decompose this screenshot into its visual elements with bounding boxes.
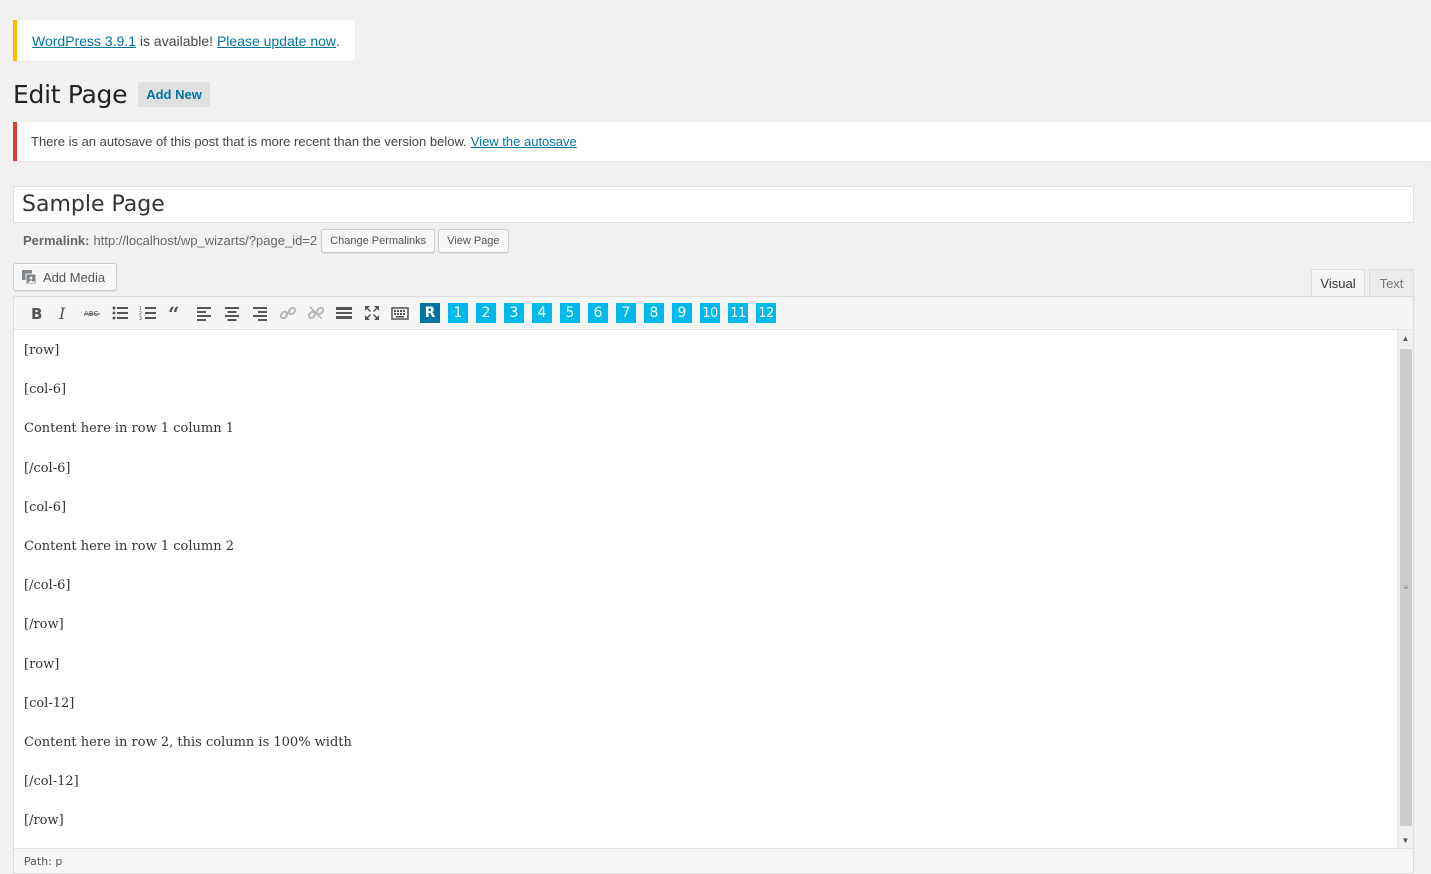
keyboard-icon [391, 307, 409, 320]
unlink-icon [307, 306, 325, 320]
content-paragraph: Content here in row 1 column 1 [24, 421, 235, 437]
align-center-icon [225, 307, 239, 321]
permalink-url: http://localhost/wp_wizarts/?page_id=2 [93, 233, 318, 248]
col-5-button[interactable]: 5 [560, 303, 580, 323]
read-more-icon [336, 307, 352, 319]
content-paragraph: [col-12] [24, 695, 75, 711]
page-title: Edit Page [13, 80, 128, 109]
content-paragraph: [/row] [24, 617, 64, 633]
quote-icon: “ [168, 304, 180, 322]
col-6-button[interactable]: 6 [588, 303, 608, 323]
wordpress-version-link[interactable]: WordPress 3.9.1 [32, 33, 136, 49]
content-paragraph: [row] [24, 656, 60, 672]
add-media-label: Add Media [43, 269, 106, 285]
strikethrough-icon: ABC [84, 310, 100, 318]
italic-button[interactable]: I [50, 299, 78, 327]
fullscreen-icon [365, 306, 379, 320]
align-right-button[interactable] [246, 299, 274, 327]
scrollbar-thumb[interactable]: ≡ [1400, 349, 1412, 826]
content-paragraph: [/col-6] [24, 578, 71, 594]
content-paragraph: [/col-12] [24, 774, 79, 790]
strikethrough-button[interactable]: ABC [78, 299, 106, 327]
align-right-icon [253, 307, 267, 321]
insert-link-button[interactable] [274, 299, 302, 327]
title-field-wrapper [13, 186, 1414, 223]
update-now-link[interactable]: Please update now [217, 33, 336, 49]
align-left-icon [197, 307, 211, 321]
editor-toolbar: B I ABC 1 2 3 “ R 1 2 3 4 5 6 7 8 9 10 1… [14, 297, 1413, 330]
align-left-button[interactable] [190, 299, 218, 327]
col-2-button[interactable]: 2 [476, 303, 496, 323]
svg-text:I: I [58, 304, 66, 322]
view-page-button[interactable]: View Page [438, 228, 509, 253]
update-notice: WordPress 3.9.1 is available! Please upd… [13, 20, 355, 61]
add-media-button[interactable]: Add Media [13, 263, 117, 291]
autosave-message: There is an autosave of this post that i… [31, 134, 467, 149]
bullet-list-icon [112, 306, 128, 320]
content-paragraph: [col-6] [24, 499, 67, 515]
tab-visual[interactable]: Visual [1311, 269, 1365, 297]
col-11-button[interactable]: 11 [728, 303, 748, 323]
view-autosave-link[interactable]: View the autosave [471, 134, 577, 149]
col-8-button[interactable]: 8 [644, 303, 664, 323]
svg-text:B: B [31, 305, 42, 322]
col-12-button[interactable]: 12 [756, 303, 776, 323]
permalink-label: Permalink: [23, 233, 90, 248]
col-9-button[interactable]: 9 [672, 303, 692, 323]
content-paragraph: [col-6] [24, 382, 67, 398]
italic-icon: I [58, 304, 66, 322]
col-7-button[interactable]: 7 [616, 303, 636, 323]
editor-scrollbar[interactable]: ▲ ≡ ▼ [1397, 330, 1413, 848]
autosave-notice: There is an autosave of this post that i… [13, 122, 1431, 161]
numbered-list-button[interactable]: 1 2 3 [134, 299, 162, 327]
align-center-button[interactable] [218, 299, 246, 327]
change-permalinks-button[interactable]: Change Permalinks [321, 228, 436, 253]
remove-link-button[interactable] [302, 299, 330, 327]
bold-icon: B [31, 305, 42, 322]
post-title-input[interactable] [14, 187, 1413, 222]
col-3-button[interactable]: 3 [504, 303, 524, 323]
media-icon [22, 270, 37, 285]
element-path: Path: p [24, 854, 63, 868]
link-icon [279, 306, 297, 320]
col-1-button[interactable]: 1 [448, 303, 468, 323]
permalink-bar: Permalink: http://localhost/wp_wizarts/?… [23, 228, 509, 253]
scroll-down-arrow-icon[interactable]: ▼ [1398, 832, 1413, 848]
col-10-button[interactable]: 10 [700, 303, 720, 323]
col-4-button[interactable]: 4 [532, 303, 552, 323]
insert-more-button[interactable] [330, 299, 358, 327]
toolbar-toggle-button[interactable] [386, 299, 414, 327]
svg-text:3: 3 [139, 316, 142, 322]
tab-text[interactable]: Text [1369, 269, 1414, 297]
content-paragraph: Content here in row 1 column 2 [24, 538, 235, 554]
bold-button[interactable]: B [22, 299, 50, 327]
update-notice-text: is available! [136, 32, 217, 49]
content-paragraph: Content here in row 2, this column is 10… [24, 734, 352, 750]
content-paragraph: [/row] [24, 813, 64, 829]
content-paragraph: [row] [24, 343, 60, 358]
content-paragraph: [/col-6] [24, 460, 71, 476]
add-new-button[interactable]: Add New [138, 82, 210, 107]
editor-path-bar: Path: p [14, 848, 1413, 873]
scroll-up-arrow-icon[interactable]: ▲ [1398, 330, 1413, 346]
fullscreen-button[interactable] [358, 299, 386, 327]
update-notice-period: . [336, 32, 340, 49]
page-heading: Edit Page Add New [13, 80, 210, 109]
numbered-list-icon: 1 2 3 [139, 306, 156, 322]
svg-text:“: “ [168, 304, 180, 322]
blockquote-button[interactable]: “ [162, 299, 190, 327]
content-editor: B I ABC 1 2 3 “ R 1 2 3 4 5 6 7 8 9 10 1… [13, 296, 1414, 874]
row-shortcode-button[interactable]: R [420, 303, 440, 323]
editor-content-area[interactable]: [row] [col-6] Content here in row 1 colu… [14, 330, 1397, 848]
bullet-list-button[interactable] [106, 299, 134, 327]
